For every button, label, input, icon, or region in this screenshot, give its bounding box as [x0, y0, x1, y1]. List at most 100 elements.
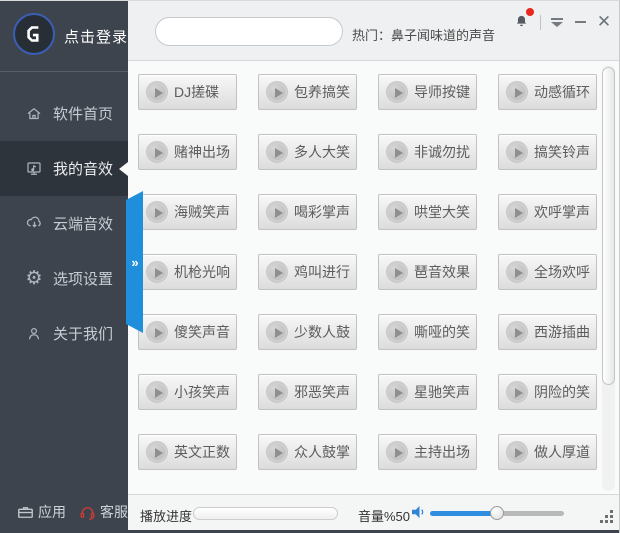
sound-effect-button[interactable]: 喝彩掌声: [258, 194, 357, 230]
app-window: 点击登录 软件首页 我的音效 云端音效 ⚙ 选项设置 关于我们 应用 客服 » …: [0, 0, 620, 533]
sound-grid: DJ搓碟 包养搞笑 导师按键 动感循环赌神出场 多人大笑 非诚勿扰 搞笑铃声海贼笑声 喝彩掌声…: [138, 74, 597, 470]
sound-effect-button[interactable]: 包养搞笑: [258, 74, 357, 110]
minimize-button[interactable]: [573, 15, 587, 29]
cloud-download-icon: [24, 214, 44, 234]
sound-effect-button[interactable]: 琶音效果: [378, 254, 477, 290]
play-icon: [506, 321, 528, 343]
sound-effect-button[interactable]: 主持出场: [378, 434, 477, 470]
bottombar: 播放进度 音量%50: [128, 494, 619, 531]
sound-effect-button[interactable]: 非诚勿扰: [378, 134, 477, 170]
sound-effect-button[interactable]: 少数人鼓: [258, 314, 357, 350]
sidebar-item-software-home[interactable]: 软件首页: [0, 86, 128, 141]
sidebar: 点击登录 软件首页 我的音效 云端音效 ⚙ 选项设置 关于我们 应用 客服: [0, 1, 128, 533]
scrollbar-thumb[interactable]: [602, 67, 615, 385]
sound-effect-button[interactable]: 星驰笑声: [378, 374, 477, 410]
play-icon: [266, 441, 288, 463]
play-icon: [266, 381, 288, 403]
menu-dropdown-icon[interactable]: [550, 15, 564, 29]
search-input[interactable]: [156, 18, 342, 45]
sound-effect-button[interactable]: 多人大笑: [258, 134, 357, 170]
sound-effect-button[interactable]: 海贼笑声: [138, 194, 237, 230]
sound-effect-label: 阴险的笑: [534, 384, 590, 400]
volume-handle[interactable]: [490, 506, 504, 520]
sound-effect-label: 赌神出场: [174, 144, 230, 160]
sound-effect-button[interactable]: 英文正数: [138, 434, 237, 470]
monitor-music-icon: [24, 159, 44, 179]
sound-effect-label: 英文正数: [174, 444, 230, 460]
login-area[interactable]: 点击登录: [0, 1, 128, 71]
sound-effect-button[interactable]: 搞笑铃声: [498, 134, 597, 170]
search-box: 搜索: [155, 17, 343, 46]
play-icon: [506, 261, 528, 283]
sound-effect-button[interactable]: 嘶哑的笑: [378, 314, 477, 350]
sound-effect-label: 海贼笑声: [174, 204, 230, 220]
sound-effect-label: 少数人鼓: [294, 324, 350, 340]
sound-effect-button[interactable]: 全场欢呼: [498, 254, 597, 290]
sidebar-collapse-handle[interactable]: »: [126, 191, 143, 333]
chevrons-icon: »: [131, 254, 138, 270]
window-controls: ✕: [513, 8, 612, 33]
toolbox-icon: [16, 503, 35, 522]
sidebar-item-cloud-sounds[interactable]: 云端音效: [0, 196, 128, 251]
sidebar-item-label: 软件首页: [53, 106, 114, 123]
sidebar-item-about-us[interactable]: 关于我们: [0, 306, 128, 361]
sound-effect-label: 做人厚道: [534, 444, 590, 460]
hot-keyword-text[interactable]: 热门：鼻子闻味道的声音: [352, 25, 495, 44]
sound-effect-label: 星驰笑声: [414, 384, 470, 400]
sound-effect-button[interactable]: 动感循环: [498, 74, 597, 110]
sound-effect-button[interactable]: 阴险的笑: [498, 374, 597, 410]
play-icon: [506, 441, 528, 463]
sound-effect-label: 非诚勿扰: [414, 144, 470, 160]
close-button[interactable]: ✕: [596, 13, 612, 30]
sound-effect-button[interactable]: 邪恶笑声: [258, 374, 357, 410]
notification-icon[interactable]: [513, 8, 534, 31]
sound-effect-button[interactable]: 西游插曲: [498, 314, 597, 350]
apps-button[interactable]: 应用: [16, 502, 66, 522]
topbar: 搜索 热门：鼻子闻味道的声音 ✕: [128, 1, 619, 61]
sound-effect-button[interactable]: 做人厚道: [498, 434, 597, 470]
resize-grip[interactable]: [598, 510, 613, 525]
play-icon: [506, 141, 528, 163]
play-icon: [386, 321, 408, 343]
play-icon: [386, 141, 408, 163]
sound-effect-button[interactable]: 欢呼掌声: [498, 194, 597, 230]
speaker-icon[interactable]: [409, 503, 427, 521]
volume-slider[interactable]: [430, 506, 564, 520]
customer-service-button[interactable]: 客服: [78, 502, 128, 522]
sound-effect-label: 全场欢呼: [534, 264, 590, 280]
sound-effect-label: 动感循环: [534, 84, 590, 100]
sound-effect-button[interactable]: 傻笑声音: [138, 314, 237, 350]
home-icon: [24, 104, 44, 124]
customer-service-label: 客服: [100, 504, 128, 520]
sound-effect-label: 琶音效果: [414, 264, 470, 280]
play-icon: [146, 261, 168, 283]
play-icon: [146, 381, 168, 403]
playback-progress-bar[interactable]: [193, 507, 338, 520]
sound-effect-label: 西游插曲: [534, 324, 590, 340]
sidebar-item-label: 选项设置: [53, 271, 114, 288]
content-area: DJ搓碟 包养搞笑 导师按键 动感循环赌神出场 多人大笑 非诚勿扰 搞笑铃声海贼笑声 喝彩掌声…: [128, 62, 619, 494]
sound-effect-button[interactable]: 小孩笑声: [138, 374, 237, 410]
play-icon: [386, 261, 408, 283]
sound-effect-button[interactable]: 众人鼓掌: [258, 434, 357, 470]
sound-effect-label: 傻笑声音: [174, 324, 230, 340]
sidebar-item-settings[interactable]: ⚙ 选项设置: [0, 251, 128, 306]
login-label[interactable]: 点击登录: [64, 26, 128, 47]
sound-effect-label: 导师按键: [414, 84, 470, 100]
sound-effect-button[interactable]: 赌神出场: [138, 134, 237, 170]
sound-effect-button[interactable]: 导师按键: [378, 74, 477, 110]
app-logo-icon: [13, 13, 55, 55]
sound-effect-button[interactable]: 机枪光响: [138, 254, 237, 290]
play-icon: [266, 201, 288, 223]
sound-effect-label: 搞笑铃声: [534, 144, 590, 160]
sound-effect-label: 嘶哑的笑: [414, 324, 470, 340]
notification-badge: [526, 8, 534, 16]
sound-effect-button[interactable]: 鸡叫进行: [258, 254, 357, 290]
play-icon: [386, 441, 408, 463]
volume-fill: [430, 511, 497, 516]
sound-effect-label: 众人鼓掌: [294, 444, 350, 460]
sidebar-item-my-sounds[interactable]: 我的音效: [0, 141, 128, 196]
sound-effect-button[interactable]: DJ搓碟: [138, 74, 237, 110]
sound-effect-label: 鸡叫进行: [294, 264, 350, 280]
sound-effect-button[interactable]: 哄堂大笑: [378, 194, 477, 230]
